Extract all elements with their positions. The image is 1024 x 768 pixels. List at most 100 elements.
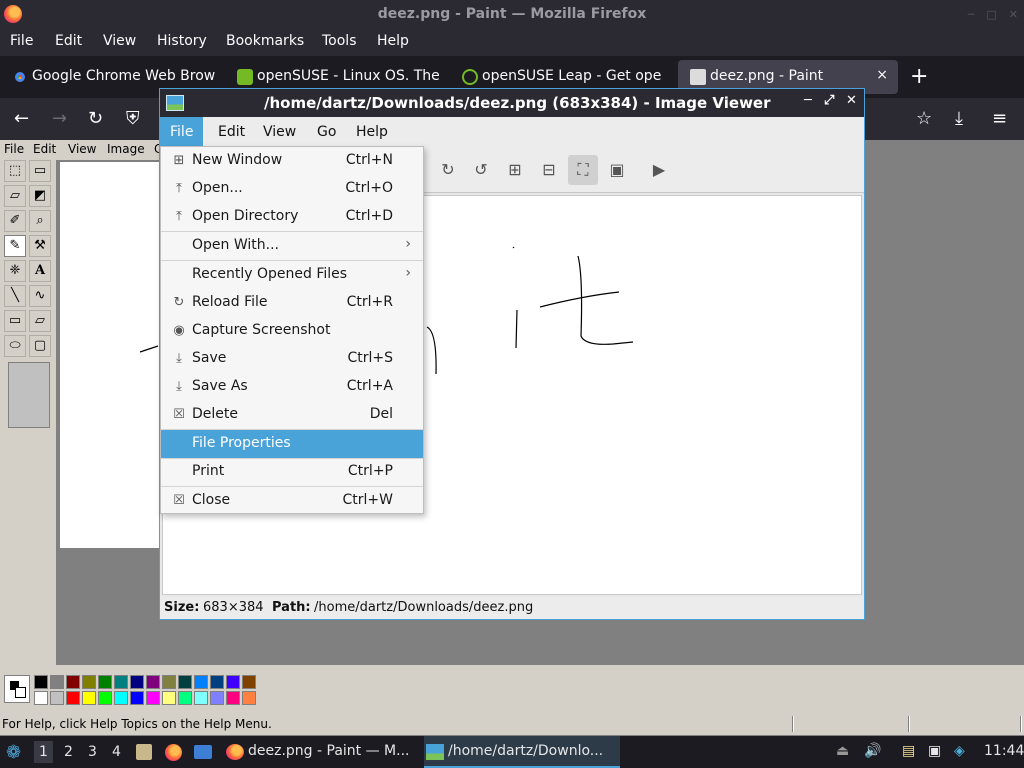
reload-icon[interactable]: ↻ <box>88 108 103 129</box>
workspace-3[interactable]: 3 <box>88 744 97 760</box>
polygon-icon[interactable]: ▱ <box>29 310 51 332</box>
minimize-icon[interactable]: ─ <box>968 8 975 21</box>
menu-edit[interactable]: Edit <box>55 33 82 49</box>
color-swatch[interactable] <box>146 691 160 705</box>
maximize-icon[interactable]: □ <box>986 8 996 21</box>
menu-item-new-window[interactable]: ⊞ New Window Ctrl+N <box>161 147 423 175</box>
magnifier-icon[interactable]: ⌕ <box>29 210 51 232</box>
color-swatch[interactable] <box>50 691 64 705</box>
color-swatch[interactable] <box>242 675 256 689</box>
menu-item-open[interactable]: ⤒ Open... Ctrl+O <box>161 175 423 203</box>
menu-item-close[interactable]: ☒ Close Ctrl+W <box>161 487 423 515</box>
rect-select-icon[interactable]: ▭ <box>29 160 51 182</box>
color-swatch[interactable] <box>66 675 80 689</box>
line-icon[interactable]: ╲ <box>4 285 26 307</box>
color-swatch[interactable] <box>34 675 48 689</box>
task-firefox-paint[interactable]: deez.png - Paint — M... <box>224 736 414 768</box>
color-swatch[interactable] <box>146 675 160 689</box>
paint-canvas[interactable] <box>60 162 160 548</box>
menu-history[interactable]: History <box>157 33 207 49</box>
volume-icon[interactable]: 🔊 <box>864 743 881 759</box>
color-swatch[interactable] <box>98 691 112 705</box>
menu-view[interactable]: View <box>103 33 136 49</box>
menu-item-reload-file[interactable]: ↻ Reload File Ctrl+R <box>161 289 423 317</box>
current-colors[interactable] <box>4 675 30 703</box>
desktop-icon[interactable] <box>194 745 212 759</box>
color-swatch[interactable] <box>34 691 48 705</box>
color-swatch[interactable] <box>178 675 192 689</box>
rotate-counterclockwise-icon[interactable]: ↺ <box>466 155 496 185</box>
display-icon[interactable]: ▣ <box>928 743 941 759</box>
viewer-menu-go[interactable]: Go <box>317 124 336 140</box>
menu-item-print[interactable]: Print Ctrl+P <box>161 458 423 486</box>
paint-menu-view[interactable]: View <box>68 142 96 156</box>
airbrush-icon[interactable]: ❈ <box>4 260 26 282</box>
paint-menu-edit[interactable]: Edit <box>33 142 56 156</box>
task-image-viewer[interactable]: /home/dartz/Downlo... <box>424 736 620 768</box>
menu-file[interactable]: File <box>10 33 33 49</box>
color-swatch[interactable] <box>242 691 256 705</box>
file-manager-icon[interactable] <box>136 744 152 760</box>
zoom-in-icon[interactable]: ⊞ <box>500 155 530 185</box>
zoom-out-icon[interactable]: ⊟ <box>534 155 564 185</box>
back-icon[interactable]: ← <box>14 108 29 129</box>
viewer-menu-edit[interactable]: Edit <box>218 124 245 140</box>
text-icon[interactable]: A <box>29 260 51 282</box>
rectangle-icon[interactable]: ▭ <box>4 310 26 332</box>
menu-item-save-as[interactable]: ⤓ Save As Ctrl+A <box>161 373 423 401</box>
menu-help[interactable]: Help <box>377 33 409 49</box>
tab-close-icon[interactable]: × <box>876 67 888 83</box>
network-icon[interactable]: ◈ <box>954 743 965 759</box>
close-icon[interactable]: ✕ <box>846 93 857 108</box>
ellipse-icon[interactable]: ⬭ <box>4 335 26 357</box>
menu-icon[interactable]: ≡ <box>992 108 1007 129</box>
color-swatch[interactable] <box>130 675 144 689</box>
menu-item-recently-opened[interactable]: Recently Opened Files › <box>161 261 423 289</box>
rotate-clockwise-icon[interactable]: ↻ <box>433 155 463 185</box>
zoom-original-icon[interactable]: ▣ <box>602 155 632 185</box>
menu-item-open-directory[interactable]: ⤒ Open Directory Ctrl+D <box>161 203 423 231</box>
shield-icon[interactable]: ⛨ <box>126 108 140 129</box>
color-swatch[interactable] <box>114 675 128 689</box>
menu-tools[interactable]: Tools <box>322 33 357 49</box>
download-icon[interactable]: ⤓ <box>955 108 963 129</box>
minimize-icon[interactable]: ─ <box>804 93 812 108</box>
forward-icon[interactable]: → <box>52 108 67 129</box>
workspace-2[interactable]: 2 <box>64 744 73 760</box>
color-swatch[interactable] <box>226 691 240 705</box>
paint-menu-file[interactable]: File <box>4 142 24 156</box>
start-menu-icon[interactable]: ❁ <box>6 742 21 763</box>
fill-icon[interactable]: ◩ <box>29 185 51 207</box>
workspace-1[interactable]: 1 <box>34 741 53 763</box>
menu-item-file-properties[interactable]: File Properties <box>161 430 423 458</box>
curve-icon[interactable]: ∿ <box>29 285 51 307</box>
rounded-rect-icon[interactable]: ▢ <box>29 335 51 357</box>
menu-item-save[interactable]: ⤓ Save Ctrl+S <box>161 345 423 373</box>
color-swatch[interactable] <box>114 691 128 705</box>
maximize-icon[interactable]: ⤢ <box>824 93 834 108</box>
color-swatch[interactable] <box>98 675 112 689</box>
firefox-launcher-icon[interactable] <box>165 744 182 761</box>
free-select-icon[interactable]: ⬚ <box>4 160 26 182</box>
color-swatch[interactable] <box>210 675 224 689</box>
tool-options[interactable] <box>8 362 50 428</box>
color-swatch[interactable] <box>82 675 96 689</box>
menu-item-delete[interactable]: ☒ Delete Del <box>161 401 423 429</box>
color-swatch[interactable] <box>194 691 208 705</box>
color-swatch[interactable] <box>178 691 192 705</box>
color-picker-icon[interactable]: ✐ <box>4 210 26 232</box>
close-icon[interactable]: ✕ <box>1009 8 1018 21</box>
viewer-menu-view[interactable]: View <box>263 124 296 140</box>
paint-menu-image[interactable]: Image <box>107 142 145 156</box>
viewer-menu-file[interactable]: File <box>160 117 204 147</box>
eraser-icon[interactable]: ▱ <box>4 185 26 207</box>
clipboard-icon[interactable]: ▤ <box>902 743 915 759</box>
new-tab-button[interactable]: + <box>910 64 928 89</box>
menu-bookmarks[interactable]: Bookmarks <box>226 33 304 49</box>
zoom-fit-icon[interactable]: ⛶ <box>568 155 598 185</box>
menu-item-open-with[interactable]: Open With... › <box>161 232 423 260</box>
color-swatch[interactable] <box>162 691 176 705</box>
brush-icon[interactable]: ⚒ <box>29 235 51 257</box>
color-swatch[interactable] <box>210 691 224 705</box>
color-swatch[interactable] <box>82 691 96 705</box>
